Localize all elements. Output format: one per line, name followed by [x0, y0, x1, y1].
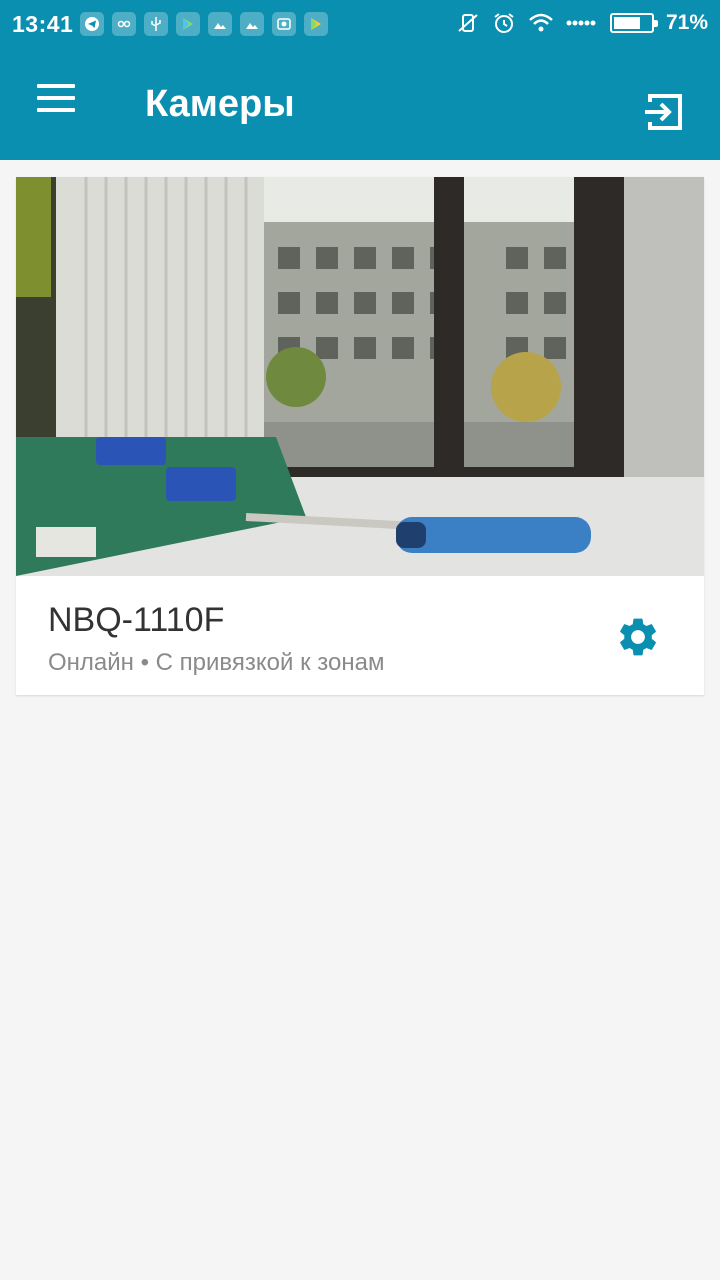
alarm-icon — [492, 11, 516, 35]
photos-icon — [208, 12, 232, 36]
photos-icon — [240, 12, 264, 36]
system-status: 71% — [444, 11, 708, 35]
camera-status: Онлайн • С привязкой к зонам — [48, 649, 385, 676]
camera-name: NBQ-1110F — [48, 601, 225, 639]
camera-card[interactable]: NBQ-1110F Онлайн • С привязкой к зонам — [16, 177, 704, 695]
share-icon — [112, 12, 136, 36]
camera-preview-image — [16, 177, 704, 576]
wifi-icon — [528, 12, 554, 34]
camera-preview[interactable] — [16, 177, 704, 576]
menu-icon — [37, 84, 75, 88]
status-time: 13:41 — [12, 11, 74, 37]
gear-icon — [620, 618, 656, 656]
play-store-icon — [304, 12, 328, 36]
exit-button[interactable] — [638, 86, 690, 138]
status-bar: 13:41 71% — [0, 0, 720, 50]
battery-icon — [609, 13, 658, 33]
weather-icon — [272, 12, 296, 36]
vibrate-off-icon — [456, 11, 480, 35]
page-title: Камеры — [145, 83, 295, 125]
camera-settings-button[interactable] — [612, 611, 664, 663]
menu-button[interactable] — [30, 84, 78, 120]
telegram-icon — [80, 12, 104, 36]
app-bar: Камеры — [0, 50, 720, 160]
play-store-icon — [176, 12, 200, 36]
battery-fill — [613, 17, 640, 29]
exit-to-app-icon — [645, 94, 682, 130]
notification-icons — [80, 12, 336, 36]
usb-icon — [144, 12, 168, 36]
signal-icon — [566, 18, 596, 28]
battery-percent: 71% — [665, 11, 708, 34]
